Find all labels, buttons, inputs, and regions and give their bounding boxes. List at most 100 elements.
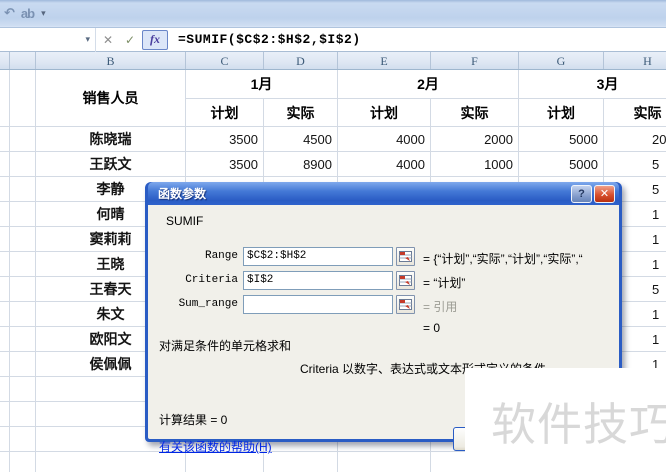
column-header-e[interactable]: E — [338, 52, 431, 69]
cell-jan-actual[interactable]: 4500 — [264, 127, 338, 152]
column-header-f[interactable]: F — [431, 52, 519, 69]
row-stub — [0, 352, 10, 377]
row-stub — [0, 277, 10, 302]
chevron-down-icon[interactable]: ▾ — [85, 34, 90, 45]
row-stub — [0, 152, 10, 177]
header-actual-jan[interactable]: 实际 — [264, 99, 338, 127]
cell-feb-actual[interactable]: 2000 — [431, 127, 519, 152]
cell-jan-plan[interactable]: 3500 — [186, 127, 264, 152]
criteria-label: Criteria — [185, 274, 238, 286]
column-headers: B C D E F G H — [0, 52, 666, 70]
row-stub — [0, 377, 10, 402]
cell[interactable] — [10, 402, 36, 427]
range-selector-icon[interactable] — [396, 247, 415, 266]
dialog-title: 函数参数 — [158, 187, 207, 201]
function-help-link[interactable]: 有关该函数的帮助(H) — [159, 438, 272, 455]
cell-a[interactable] — [10, 127, 36, 152]
cell-jan-actual[interactable]: 8900 — [264, 152, 338, 177]
range-selector-icon[interactable] — [396, 295, 415, 314]
column-header-d[interactable]: D — [264, 52, 338, 69]
calc-result-label: 计算结果 = 0 — [159, 413, 228, 427]
column-header-h[interactable]: H — [604, 52, 666, 69]
row-stub — [0, 327, 10, 352]
column-header-a[interactable] — [10, 52, 36, 69]
row-stub — [0, 452, 10, 472]
header-month-1[interactable]: 1月 — [186, 70, 338, 99]
cell-a[interactable] — [10, 327, 36, 352]
cell[interactable] — [264, 452, 338, 472]
row-stub — [0, 202, 10, 227]
quick-access-toolbar: ↶ ab ▾ — [4, 5, 46, 21]
header-month-2[interactable]: 2月 — [338, 70, 519, 99]
range-selector-icon[interactable] — [396, 271, 415, 290]
column-header-c[interactable]: C — [186, 52, 264, 69]
cell-a[interactable] — [10, 177, 36, 202]
chevron-down-icon[interactable]: ▾ — [41, 8, 46, 19]
header-salesperson[interactable]: 销售人员 — [36, 70, 186, 127]
cell-feb-plan[interactable]: 4000 — [338, 152, 431, 177]
cell-mar-actual[interactable]: 20 — [604, 127, 666, 152]
cell-mar-plan[interactable]: 5000 — [519, 152, 604, 177]
header-plan-mar[interactable]: 计划 — [519, 99, 604, 127]
criteria-result: = “计划” — [423, 276, 466, 290]
row-stub — [0, 302, 10, 327]
table-row: 陈晓瑞 3500 4500 4000 2000 5000 20 — [0, 127, 666, 152]
column-header-b[interactable]: B — [36, 52, 186, 69]
header-stub-cell — [0, 70, 10, 127]
cell[interactable] — [10, 427, 36, 452]
header-actual-feb[interactable]: 实际 — [431, 99, 519, 127]
cell-a[interactable] — [10, 302, 36, 327]
row-stub — [0, 227, 10, 252]
header-month-3[interactable]: 3月 — [519, 70, 666, 99]
dialog-title-bar[interactable]: 函数参数 ? ✕ — [148, 182, 619, 205]
column-header-g[interactable]: G — [519, 52, 604, 69]
help-button[interactable]: ? — [571, 184, 592, 203]
cell-a[interactable] — [10, 227, 36, 252]
cell-a[interactable] — [10, 152, 36, 177]
cell[interactable] — [10, 377, 36, 402]
name-box[interactable]: ▾ — [0, 27, 96, 52]
function-name-label: SUMIF — [166, 214, 204, 228]
cell[interactable] — [36, 452, 186, 472]
cancel-formula-icon[interactable]: ✕ — [98, 30, 118, 50]
formula-input[interactable]: =SUMIF($C$2:$H$2,$I$2) — [178, 32, 361, 47]
range-field-row: Range $C$2:$H$2 = {“计划”,“实际”,“计划”,“实际”,“ — [148, 247, 619, 267]
cell-jan-plan[interactable]: 3500 — [186, 152, 264, 177]
row-stub — [0, 427, 10, 452]
header-plan-feb[interactable]: 计划 — [338, 99, 431, 127]
cell-a[interactable] — [10, 352, 36, 377]
insert-function-icon[interactable]: fx — [142, 29, 168, 50]
formula-result-value: = 0 — [423, 321, 441, 335]
cell[interactable] — [186, 452, 264, 472]
cell-name[interactable]: 陈晓瑞 — [36, 127, 186, 152]
range-label: Range — [204, 250, 238, 262]
cell-feb-actual[interactable]: 1000 — [431, 152, 519, 177]
font-tool-icon[interactable]: ab — [21, 6, 35, 21]
cell[interactable] — [338, 452, 431, 472]
criteria-input[interactable]: $I$2 — [243, 271, 393, 290]
header-actual-mar[interactable]: 实际 — [604, 99, 666, 127]
row-stub — [0, 402, 10, 427]
undo-icon[interactable]: ↶ — [4, 5, 15, 21]
range-input[interactable]: $C$2:$H$2 — [243, 247, 393, 266]
row-stub — [0, 127, 10, 152]
sum-range-input[interactable] — [243, 295, 393, 314]
column-header-stub — [0, 52, 10, 69]
table-row: 王跃文 3500 8900 4000 1000 5000 5 — [0, 152, 666, 177]
header-a-cell[interactable] — [10, 70, 36, 127]
cell-mar-plan[interactable]: 5000 — [519, 127, 604, 152]
cell-feb-plan[interactable]: 4000 — [338, 127, 431, 152]
cell[interactable] — [10, 452, 36, 472]
cell-name[interactable]: 王跃文 — [36, 152, 186, 177]
watermark-text: 软件技巧 — [491, 398, 666, 450]
row-stub — [0, 177, 10, 202]
cell-a[interactable] — [10, 277, 36, 302]
enter-formula-icon[interactable]: ✓ — [120, 30, 140, 50]
close-icon[interactable]: ✕ — [594, 184, 615, 203]
range-result: = {“计划”,“实际”,“计划”,“实际”,“ — [423, 252, 583, 266]
cell-a[interactable] — [10, 202, 36, 227]
function-description: 对满足条件的单元格求和 — [159, 339, 292, 353]
cell-mar-actual[interactable]: 5 — [604, 152, 666, 177]
cell-a[interactable] — [10, 252, 36, 277]
header-plan-jan[interactable]: 计划 — [186, 99, 264, 127]
